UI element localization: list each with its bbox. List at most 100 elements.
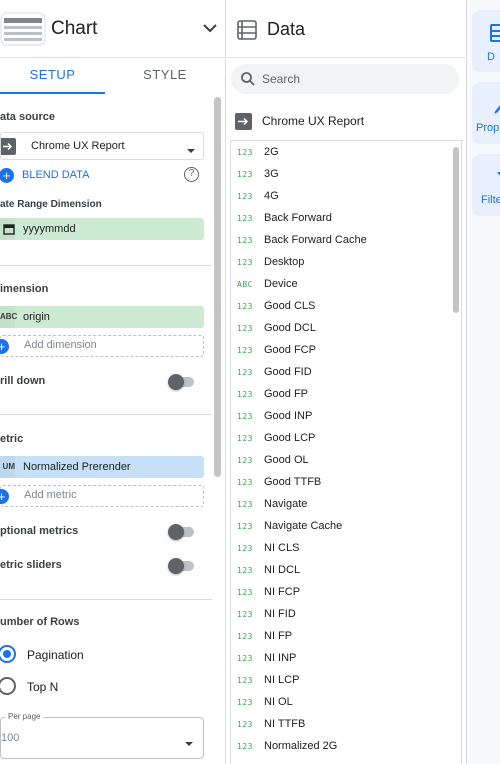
setup-scrollbar[interactable]	[214, 97, 221, 477]
field-item[interactable]: 123 Good INP	[231, 406, 447, 428]
number-type-icon: 123	[237, 456, 253, 465]
number-type-icon: 123	[237, 698, 253, 707]
number-type-icon: 123	[237, 544, 253, 553]
field-name: 3G	[264, 168, 279, 180]
field-item[interactable]: 123 Good LCP	[231, 428, 447, 450]
top-n-radio[interactable]	[0, 677, 16, 695]
text-type-icon: ABC	[0, 306, 17, 328]
data-source-row[interactable]: Chrome UX Report	[227, 108, 465, 134]
rail-properties-tab[interactable]: Prop	[472, 82, 500, 144]
field-item[interactable]: 123 Good DCL	[231, 318, 447, 340]
field-item[interactable]: 123 Navigate Cache	[231, 516, 447, 538]
dropdown-arrow-icon	[186, 142, 196, 160]
field-name: 2G	[264, 146, 279, 158]
field-name: Back Forward Cache	[264, 234, 367, 246]
field-item[interactable]: 123 NI DCL	[231, 560, 447, 582]
field-item[interactable]: 123 NI INP	[231, 648, 447, 670]
number-type-icon: 123	[237, 632, 253, 641]
field-item[interactable]: 123 Back Forward Cache	[231, 230, 447, 252]
date-range-value: yyyymmdd	[23, 223, 76, 235]
optional-metrics-label: ptional metrics	[0, 525, 79, 537]
help-icon[interactable]: ?	[184, 167, 199, 182]
tab-style[interactable]: STYLE	[105, 58, 225, 94]
field-item[interactable]: 123 NI FP	[231, 626, 447, 648]
data-list-icon	[237, 20, 257, 45]
rail-filter-label: Filte	[481, 194, 500, 206]
metric-chip[interactable]: UM Normalized Prerender	[0, 456, 204, 478]
dropdown-arrow-icon	[184, 735, 194, 753]
number-type-icon: 123	[237, 214, 253, 223]
field-name: NI DCL	[264, 564, 301, 576]
rows-label: umber of Rows	[0, 616, 80, 628]
field-item[interactable]: 123 Normalized 2G	[231, 736, 447, 758]
field-item[interactable]: 123 Navigate	[231, 494, 447, 516]
field-list-scrollbar[interactable]	[453, 147, 459, 313]
data-source-select[interactable]: Chrome UX Report	[0, 132, 204, 160]
field-name: Normalized 2G	[264, 740, 338, 752]
data-panel: Data Search Chrome UX Report 123 2G 123 3G 1…	[227, 0, 465, 764]
right-rail: D Prop Filte	[466, 0, 500, 764]
field-item[interactable]: 123 NI TTFB	[231, 714, 447, 736]
blend-data-button[interactable]: + BLEND DATA	[0, 167, 120, 185]
field-item[interactable]: 123 Good FP	[231, 384, 447, 406]
field-item[interactable]: 123 Good OL	[231, 450, 447, 472]
per-page-select[interactable]: Per page 100	[0, 712, 204, 759]
rail-filter-tab[interactable]: Filte	[472, 154, 500, 216]
field-item[interactable]: 123 3G	[231, 164, 447, 186]
field-item[interactable]: 123 Back Forward	[231, 208, 447, 230]
field-name: Good OL	[264, 454, 309, 466]
field-item[interactable]: 123 NI LCP	[231, 670, 447, 692]
table-chart-icon[interactable]	[0, 12, 46, 46]
number-type-icon: 123	[237, 566, 253, 575]
field-name: Good FCP	[264, 344, 316, 356]
field-name: NI OL	[264, 696, 293, 708]
tab-setup[interactable]: SETUP	[0, 58, 105, 94]
field-item[interactable]: 123 4G	[231, 186, 447, 208]
field-name: NI TTFB	[264, 718, 306, 730]
field-item[interactable]: 123 Good CLS	[231, 296, 447, 318]
chart-panel: Chart SETUP STYLE ata source Chrome UX R…	[0, 0, 226, 764]
number-type-icon: 123	[237, 192, 253, 201]
number-type-icon: 123	[237, 588, 253, 597]
chart-panel-title: Chart	[51, 18, 98, 39]
optional-metrics-toggle[interactable]	[168, 524, 196, 540]
dimension-chip[interactable]: ABC origin	[0, 306, 204, 328]
pagination-radio[interactable]	[0, 645, 16, 663]
field-name: Good TTFB	[264, 476, 322, 488]
number-type-icon: 123	[237, 522, 253, 531]
field-name: Navigate Cache	[264, 520, 343, 532]
field-item[interactable]: 123 NI FCP	[231, 582, 447, 604]
data-panel-title: Data	[267, 19, 306, 39]
data-header: Data	[227, 0, 465, 58]
field-item[interactable]: 123 NI CLS	[231, 538, 447, 560]
field-name: NI FP	[264, 630, 293, 642]
field-item[interactable]: 123 Good FID	[231, 362, 447, 384]
data-source-icon	[235, 113, 252, 130]
drill-down-toggle[interactable]	[168, 374, 196, 390]
search-input[interactable]: Search	[231, 64, 459, 94]
search-icon	[240, 71, 256, 92]
plus-icon: +	[0, 489, 9, 504]
field-item[interactable]: 123 Desktop	[231, 252, 447, 274]
number-type-icon: 123	[237, 324, 253, 333]
field-item[interactable]: ABC Device	[231, 274, 447, 296]
field-name: Good INP	[264, 410, 313, 422]
field-item[interactable]: 123 Good TTFB	[231, 472, 447, 494]
field-name: Desktop	[264, 256, 305, 268]
field-item[interactable]: 123 NI FID	[231, 604, 447, 626]
rail-data-tab[interactable]: D	[472, 10, 500, 72]
field-item[interactable]: 123 Good FCP	[231, 340, 447, 362]
number-type-icon: 123	[237, 346, 253, 355]
field-item[interactable]: 123 NI OL	[231, 692, 447, 714]
number-type-icon: 123	[237, 654, 253, 663]
text-type-icon: ABC	[237, 280, 253, 289]
field-item[interactable]: 123 2G	[231, 142, 447, 164]
rail-properties-label: Prop	[476, 122, 500, 134]
add-metric-button[interactable]: + Add metric	[0, 485, 204, 507]
plus-icon: +	[0, 339, 9, 354]
date-range-chip[interactable]: yyyymmdd	[0, 218, 204, 240]
pagination-label: Pagination	[27, 648, 84, 662]
add-dimension-button[interactable]: + Add dimension	[0, 335, 204, 357]
chevron-down-icon[interactable]	[199, 17, 221, 39]
metric-sliders-toggle[interactable]	[168, 558, 196, 574]
